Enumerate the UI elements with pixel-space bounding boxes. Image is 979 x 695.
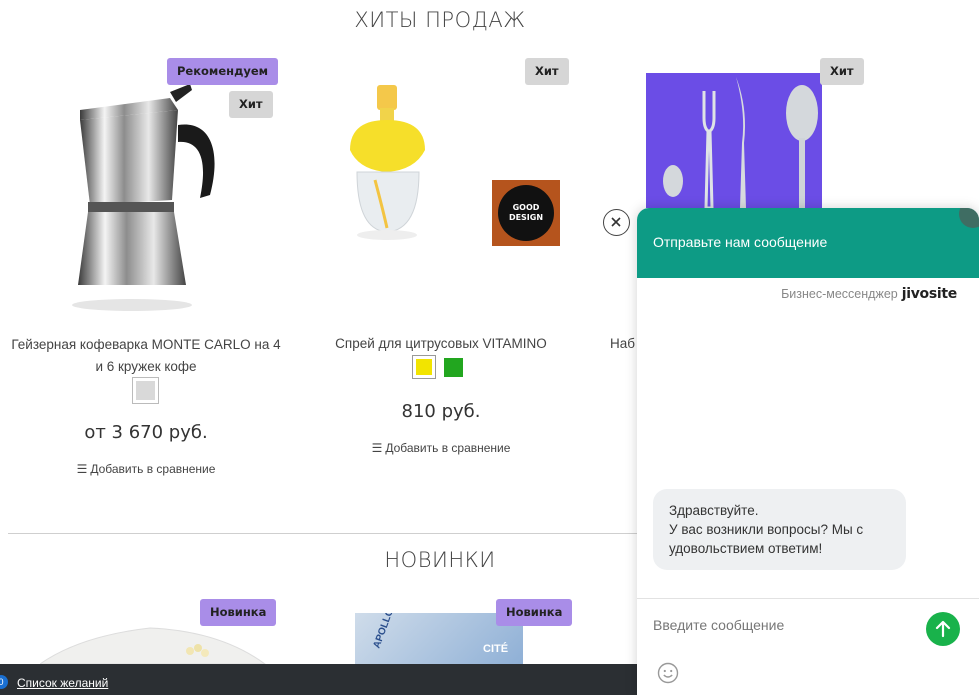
badge-new: Новинка: [200, 599, 277, 626]
hits-section-title: ХИТЫ ПРОДАЖ: [354, 8, 526, 32]
product-name-link[interactable]: Спрей для цитрусовых VITAMINO: [300, 333, 582, 355]
badge-hit: Хит: [229, 91, 273, 118]
good-design-award: GOOD DESIGN: [492, 180, 560, 246]
product-price: 810 руб.: [401, 401, 481, 422]
badge-hit: Хит: [525, 58, 569, 85]
chat-corner-decoration: [959, 208, 979, 228]
wishlist-link[interactable]: Список желаний: [17, 676, 108, 690]
chat-message-bubble: Здравствуйте. У вас возникли вопросы? Мы…: [653, 489, 906, 570]
badge-hit: Хит: [820, 58, 864, 85]
compare-list-icon: ☰: [371, 441, 383, 455]
chat-close-button[interactable]: [603, 209, 630, 236]
chat-brand[interactable]: Бизнес-мессенджер jivosite: [781, 286, 957, 302]
product-price: от 3 670 руб.: [84, 422, 208, 443]
chat-header[interactable]: Отправьте нам сообщение: [637, 208, 979, 278]
chat-input-area: [637, 598, 979, 695]
product-image-citrus-sprayer[interactable]: [335, 80, 445, 250]
product-name-link[interactable]: Гейзерная кофеварка MONTE CARLO на 4 и 6…: [8, 334, 284, 378]
compare-label: Добавить в сравнение: [385, 441, 511, 455]
new-product-card[interactable]: Новинка: [0, 598, 292, 664]
color-swatch-grey[interactable]: [132, 377, 159, 404]
product-card-citrus-sprayer[interactable]: GOOD DESIGN Хит Спрей для цитрусовых VIT…: [300, 55, 590, 465]
product-card-coffee-maker[interactable]: Рекомендуем Хит Гейзерная кофеварка MONT…: [0, 55, 292, 485]
new-product-image[interactable]: [40, 626, 270, 664]
badge-recommend: Рекомендуем: [167, 58, 279, 85]
add-to-compare-link[interactable]: ☰ Добавить в сравнение: [300, 441, 582, 455]
compare-label: Добавить в сравнение: [90, 462, 216, 476]
product-image-coffee-maker[interactable]: [60, 80, 230, 320]
color-swatch-yellow[interactable]: [412, 355, 436, 379]
product-image-cutlery[interactable]: [646, 73, 822, 208]
compare-list-icon: ☰: [76, 462, 88, 476]
chat-message-input[interactable]: [653, 617, 913, 633]
brand-prefix: Бизнес-мессенджер: [781, 287, 898, 301]
add-to-compare-link[interactable]: ☰ Добавить в сравнение: [0, 462, 292, 476]
emoji-icon[interactable]: [657, 662, 679, 684]
new-product-card[interactable]: APOLLO CITÉ Новинка: [300, 598, 590, 664]
section-divider: [8, 533, 648, 534]
send-arrow-icon: [935, 620, 951, 638]
brand-label: APOLLO: [371, 613, 397, 650]
swatch-fill: [416, 359, 432, 375]
jivosite-logo: jivosite: [901, 286, 958, 302]
close-icon: [611, 217, 621, 227]
color-swatch-green[interactable]: [444, 358, 463, 377]
chat-message-text: Здравствуйте. У вас возникли вопросы? Мы…: [669, 503, 864, 556]
chat-send-button[interactable]: [926, 612, 960, 646]
brand-sub-label: CITÉ: [483, 643, 509, 655]
award-label: GOOD DESIGN: [508, 203, 544, 222]
swatch-fill: [136, 381, 155, 400]
chat-header-title: Отправьте нам сообщение: [653, 234, 828, 250]
chat-widget: Отправьте нам сообщение Бизнес-мессендже…: [637, 208, 979, 695]
award-circle: GOOD DESIGN: [498, 185, 554, 241]
badge-new: Новинка: [496, 599, 573, 626]
